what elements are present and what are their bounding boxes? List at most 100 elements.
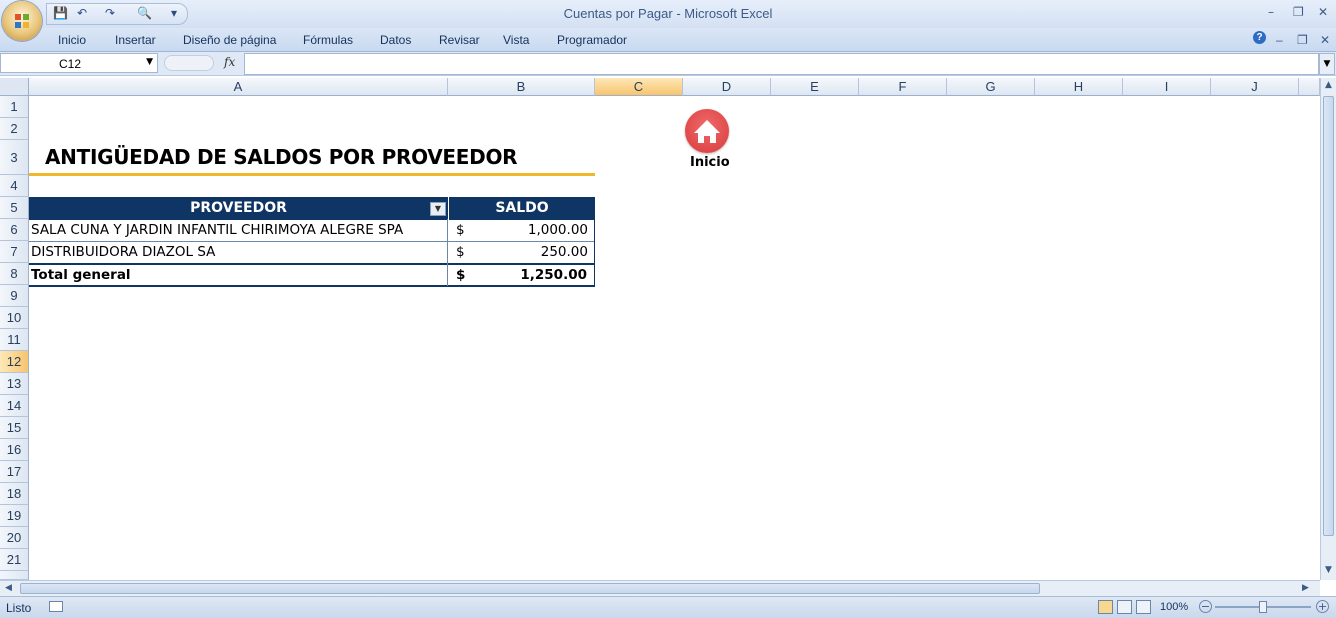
vertical-scroll-thumb[interactable] (1323, 96, 1334, 536)
total-bottom-border (29, 285, 595, 287)
zoom-level[interactable]: 100% (1160, 601, 1188, 613)
formula-bar: C12 ▼ fx ▼ (0, 52, 1336, 76)
column-header-j[interactable]: J (1211, 78, 1299, 96)
tab-programador[interactable]: Programador (557, 33, 627, 47)
normal-view-icon[interactable] (1098, 600, 1113, 614)
save-icon[interactable]: 💾 (53, 6, 68, 20)
scroll-down-icon[interactable]: ▼ (1325, 565, 1332, 575)
row-header[interactable]: 3 (0, 140, 29, 175)
horizontal-scrollbar[interactable]: ◀ ▶ (0, 580, 1320, 596)
row-header[interactable]: 14 (0, 395, 29, 417)
column-header-c[interactable]: C (595, 78, 683, 96)
expand-formula-icon[interactable]: ▼ (1319, 53, 1335, 75)
undo-icon[interactable]: ↶ (77, 6, 87, 20)
header-saldo: SALDO (448, 197, 595, 220)
quick-access-toolbar: 💾 ↶ ↷ 🔍 ▾ (46, 3, 188, 25)
title-underline (29, 173, 595, 176)
total-label[interactable]: Total general (31, 264, 446, 286)
office-logo-icon (15, 14, 29, 28)
print-preview-icon[interactable]: 🔍 (137, 6, 152, 20)
redo-icon[interactable]: ↷ (105, 6, 115, 20)
row-header[interactable]: 17 (0, 461, 29, 483)
row-header[interactable]: 21 (0, 549, 29, 571)
workbook-minimize-button[interactable]: – (1276, 33, 1283, 47)
table-cell-saldo[interactable]: 250.00 (470, 241, 588, 263)
row-header[interactable]: 19 (0, 505, 29, 527)
row-header[interactable]: 20 (0, 527, 29, 549)
row-header[interactable]: 8 (0, 263, 29, 285)
chevron-down-icon[interactable]: ▼ (146, 57, 153, 67)
row-header[interactable]: 11 (0, 329, 29, 351)
close-button[interactable]: ✕ (1318, 5, 1328, 19)
office-button[interactable] (2, 1, 42, 41)
column-header-i[interactable]: I (1123, 78, 1211, 96)
tab-formulas[interactable]: Fórmulas (303, 33, 353, 47)
column-header-g[interactable]: G (947, 78, 1035, 96)
row-header[interactable]: 6 (0, 219, 29, 241)
column-header-d[interactable]: D (683, 78, 771, 96)
table-divider (29, 241, 595, 242)
column-header-f[interactable]: F (859, 78, 947, 96)
restore-button[interactable]: ❐ (1293, 5, 1304, 19)
report-title: ANTIGÜEDAD DE SALDOS POR PROVEEDOR (45, 145, 518, 169)
home-button-label[interactable]: Inicio (690, 155, 730, 170)
ribbon-tabs: Inicio Insertar Diseño de página Fórmula… (0, 28, 1336, 52)
row-header[interactable]: 7 (0, 241, 29, 263)
column-header-a[interactable]: A (29, 78, 448, 96)
row-header[interactable]: 2 (0, 118, 29, 140)
select-all-corner[interactable] (0, 78, 29, 96)
row-header[interactable]: 18 (0, 483, 29, 505)
insert-function-icon[interactable]: fx (224, 55, 235, 69)
table-cell-saldo[interactable]: 1,000.00 (470, 219, 588, 241)
zoom-in-icon[interactable]: + (1316, 600, 1329, 613)
customize-qat-icon[interactable]: ▾ (171, 6, 177, 20)
home-button[interactable] (685, 109, 729, 153)
workbook-close-button[interactable]: ✕ (1320, 33, 1330, 47)
tab-inicio[interactable]: Inicio (58, 33, 86, 47)
scroll-right-icon[interactable]: ▶ (1302, 583, 1309, 593)
page-break-view-icon[interactable] (1136, 600, 1151, 614)
row-header[interactable]: 10 (0, 307, 29, 329)
tab-datos[interactable]: Datos (380, 33, 411, 47)
formula-input[interactable] (244, 53, 1319, 75)
horizontal-scroll-thumb[interactable] (20, 583, 1040, 594)
tab-diseno-pagina[interactable]: Diseño de página (183, 33, 276, 47)
row-header-partial[interactable] (0, 571, 29, 580)
row-header[interactable]: 13 (0, 373, 29, 395)
window-title: Cuentas por Pagar - Microsoft Excel (563, 6, 773, 21)
header-proveedor: PROVEEDOR (29, 197, 448, 220)
row-header[interactable]: 5 (0, 197, 29, 219)
row-header[interactable]: 9 (0, 285, 29, 307)
zoom-out-icon[interactable]: − (1199, 600, 1212, 613)
row-header[interactable]: 1 (0, 96, 29, 118)
column-header-b[interactable]: B (448, 78, 595, 96)
help-icon[interactable]: ? (1253, 31, 1266, 44)
filter-dropdown-icon[interactable]: ▼ (430, 202, 446, 216)
workbook-restore-button[interactable]: ❐ (1297, 33, 1308, 47)
home-icon (694, 120, 720, 143)
row-header[interactable]: 15 (0, 417, 29, 439)
tab-vista[interactable]: Vista (503, 33, 529, 47)
column-header-partial[interactable] (1299, 78, 1320, 96)
minimize-button[interactable]: – (1268, 5, 1274, 19)
name-box[interactable]: C12 ▼ (0, 53, 158, 73)
total-top-border (29, 263, 595, 265)
zoom-slider-thumb[interactable] (1259, 601, 1267, 613)
scroll-left-icon[interactable]: ◀ (5, 583, 12, 593)
total-saldo[interactable]: 1,250.00 (470, 264, 587, 286)
column-header-e[interactable]: E (771, 78, 859, 96)
formula-bar-grip (164, 55, 214, 71)
row-header[interactable]: 16 (0, 439, 29, 461)
scroll-up-icon[interactable]: ▲ (1325, 80, 1332, 90)
macro-record-icon[interactable] (49, 601, 63, 612)
vertical-scrollbar[interactable]: ▲ ▼ (1320, 78, 1336, 580)
table-cell-proveedor[interactable]: SALA CUNA Y JARDIN INFANTIL CHIRIMOYA AL… (31, 219, 446, 241)
row-header[interactable]: 4 (0, 175, 29, 197)
row-header-selected[interactable]: 12 (0, 351, 29, 373)
table-cell-proveedor[interactable]: DISTRIBUIDORA DIAZOL SA (31, 241, 446, 263)
name-box-value: C12 (59, 57, 82, 71)
tab-revisar[interactable]: Revisar (439, 33, 480, 47)
page-layout-view-icon[interactable] (1117, 600, 1132, 614)
tab-insertar[interactable]: Insertar (115, 33, 156, 47)
column-header-h[interactable]: H (1035, 78, 1123, 96)
